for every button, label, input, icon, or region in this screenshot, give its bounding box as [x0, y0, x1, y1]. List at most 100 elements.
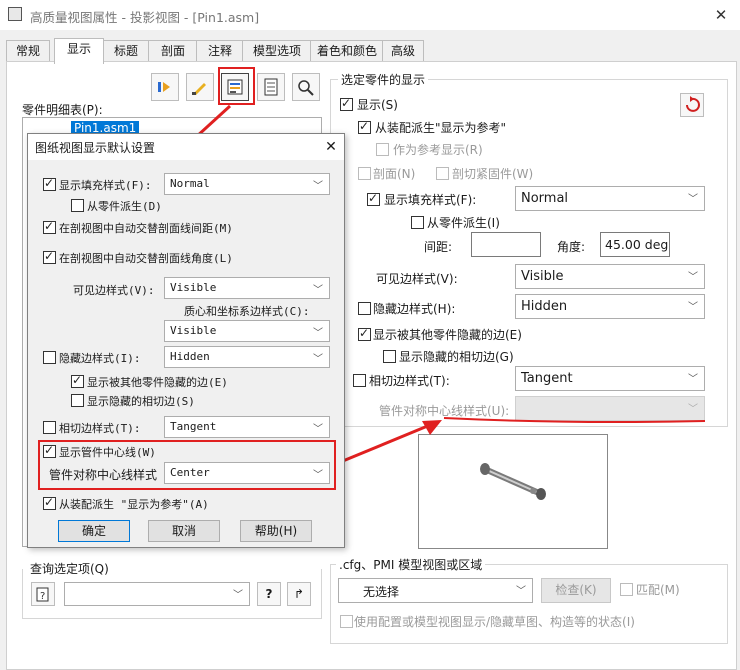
show-hidden-by-others-checkbox[interactable] — [358, 326, 371, 341]
hidden-edge-label: 隐藏边样式(H): — [373, 302, 456, 316]
query-dropdown[interactable]: ﹀ — [64, 582, 250, 606]
show-label: 显示(S) — [357, 98, 398, 112]
dlg-from-part-checkbox[interactable] — [71, 199, 84, 212]
show-checkbox[interactable] — [340, 96, 353, 111]
dlg-auto-angle-checkbox[interactable] — [43, 249, 56, 264]
highlight-underline — [443, 417, 706, 423]
dlg-show-fill-checkbox[interactable] — [43, 176, 56, 191]
view-selection-value: 无选择 — [363, 585, 400, 599]
dlg-visible-edge-dropdown[interactable]: Visible ﹀ — [164, 277, 330, 299]
dialog-close-button[interactable]: ✕ — [321, 137, 341, 157]
dlg-auto-angle-label: 在剖视图中自动交替剖面线角度(L) — [59, 252, 233, 265]
edit-color-icon[interactable] — [186, 73, 214, 101]
dlg-tangent-edge-label: 相切边样式(T): — [59, 422, 141, 435]
tab-model-options[interactable]: 模型选项 — [242, 40, 312, 63]
section-checkbox[interactable] — [358, 167, 371, 180]
tab-section[interactable]: 剖面 — [148, 40, 198, 63]
show-hidden-tangent-checkbox[interactable] — [383, 350, 396, 363]
query-select-icon[interactable]: ? — [31, 582, 55, 606]
chevron-down-icon: ﹀ — [313, 424, 323, 435]
dlg-pipe-centerline-style-label: 管件对称中心线样式 — [49, 468, 158, 482]
list-view-icon[interactable] — [257, 73, 285, 101]
svg-text:?: ? — [40, 591, 45, 602]
angle-input[interactable]: 45.00 deg — [600, 232, 670, 257]
app-icon — [8, 7, 22, 21]
reset-icon[interactable] — [680, 93, 704, 117]
window-close-button[interactable]: ✕ — [708, 4, 734, 26]
main-window: 高质量视图属性 - 投影视图 - [Pin1.asm] ✕ 常规 显示 标题 剖… — [0, 0, 740, 670]
section-label: 剖面(N) — [373, 167, 416, 181]
hidden-edge-value: Hidden — [521, 299, 568, 314]
view-selection-dropdown[interactable]: 无选择 ﹀ — [338, 578, 533, 603]
dlg-tangent-edge-value: Tangent — [170, 420, 217, 433]
cfg-group-title: .cfg、PMI 模型视图或区域 — [336, 556, 486, 573]
spacing-label: 间距: — [424, 240, 453, 254]
show-fill-label: 显示填充样式(F): — [384, 193, 477, 207]
match-checkbox[interactable] — [620, 583, 633, 596]
show-part-icon[interactable] — [151, 73, 179, 101]
dlg-from-part-label: 从零件派生(D) — [87, 200, 162, 213]
section-fasteners-checkbox[interactable] — [436, 167, 449, 180]
tab-shading-color[interactable]: 着色和颜色 — [310, 40, 384, 63]
dlg-auto-spacing-label: 在剖视图中自动交替剖面线间距(M) — [59, 222, 233, 235]
dlg-from-assembly-ref-checkbox[interactable] — [43, 495, 56, 510]
visible-edge-label: 可见边样式(V): — [376, 272, 458, 286]
tab-annotation[interactable]: 注释 — [196, 40, 244, 63]
chevron-down-icon: ﹀ — [516, 586, 526, 597]
dlg-ok-button[interactable]: 确定 — [58, 520, 130, 542]
tab-display[interactable]: 显示 — [54, 38, 104, 64]
show-fill-checkbox[interactable] — [367, 191, 380, 206]
show-hidden-by-others-label: 显示被其他零件隐藏的边(E) — [373, 328, 522, 342]
query-help-icon[interactable]: ? — [257, 582, 281, 606]
dlg-fill-style-dropdown[interactable]: Normal ﹀ — [164, 173, 330, 195]
dlg-help-button[interactable]: 帮助(H) — [240, 520, 312, 542]
window-title: 高质量视图属性 - 投影视图 - [Pin1.asm] — [30, 10, 260, 25]
dlg-fill-style-value: Normal — [170, 177, 210, 190]
from-assembly-ref-checkbox[interactable] — [358, 119, 371, 134]
angle-value: 45.00 deg — [605, 237, 669, 252]
from-part-checkbox[interactable] — [411, 216, 424, 229]
dlg-auto-spacing-checkbox[interactable] — [43, 219, 56, 234]
chevron-down-icon: ﹀ — [688, 194, 698, 205]
chevron-down-icon: ﹀ — [688, 272, 698, 283]
fill-style-value: Normal — [521, 191, 569, 206]
hidden-edge-checkbox[interactable] — [358, 302, 371, 315]
dlg-visible-edge-label: 可见边样式(V): — [73, 284, 155, 297]
hidden-edge-dropdown[interactable]: Hidden ﹀ — [515, 294, 705, 319]
dlg-hidden-edge-label: 隐藏边样式(I): — [59, 352, 141, 365]
chevron-down-icon: ﹀ — [313, 328, 323, 339]
dlg-centroid-style-dropdown[interactable]: Visible ﹀ — [164, 320, 330, 342]
tangent-edge-checkbox[interactable] — [353, 374, 366, 387]
dlg-hidden-edge-checkbox[interactable] — [43, 351, 56, 364]
dlg-cancel-button[interactable]: 取消 — [148, 520, 220, 542]
dlg-tangent-edge-dropdown[interactable]: Tangent ﹀ — [164, 416, 330, 438]
dlg-show-hidden-by-others-checkbox[interactable] — [71, 373, 84, 388]
dlg-pipe-centerline-dropdown[interactable]: Center ﹀ — [164, 462, 330, 484]
fill-style-dropdown[interactable]: Normal ﹀ — [515, 186, 705, 211]
selected-part-group-title: 选定零件的显示 — [338, 71, 429, 88]
dlg-tangent-edge-checkbox[interactable] — [43, 421, 56, 434]
chevron-down-icon: ﹀ — [313, 470, 323, 481]
check-button[interactable]: 检查(K) — [541, 578, 611, 603]
visible-edge-dropdown[interactable]: Visible ﹀ — [515, 264, 705, 289]
tab-advanced[interactable]: 高级 — [382, 40, 424, 63]
find-part-icon[interactable] — [292, 73, 320, 101]
match-label: 匹配(M) — [636, 583, 680, 597]
dlg-hidden-edge-dropdown[interactable]: Hidden ﹀ — [164, 346, 330, 368]
query-go-icon[interactable]: ↱ — [287, 582, 311, 606]
tab-general[interactable]: 常规 — [6, 40, 50, 63]
chevron-down-icon: ﹀ — [688, 374, 698, 385]
spacing-input[interactable] — [471, 232, 541, 257]
dlg-show-pipe-centerline-label: 显示管件中心线(W) — [59, 446, 156, 459]
dlg-from-assembly-ref-label: 从装配派生 "显示为参考"(A) — [59, 498, 209, 511]
use-config-checkbox[interactable] — [340, 615, 353, 628]
show-as-ref-checkbox[interactable] — [376, 143, 389, 156]
tangent-edge-dropdown[interactable]: Tangent ﹀ — [515, 366, 705, 391]
dlg-visible-edge-value: Visible — [170, 281, 217, 294]
dlg-show-hidden-tangent-checkbox[interactable] — [71, 394, 84, 407]
dlg-show-pipe-centerline-checkbox[interactable] — [43, 443, 56, 458]
chevron-down-icon: ﹀ — [233, 590, 243, 601]
display-defaults-dialog: 图纸视图显示默认设置 ✕ 显示填充样式(F): Normal ﹀ 从零件派生(D… — [27, 133, 345, 548]
show-as-ref-label: 作为参考显示(R) — [393, 143, 483, 157]
tab-caption[interactable]: 标题 — [102, 40, 150, 63]
